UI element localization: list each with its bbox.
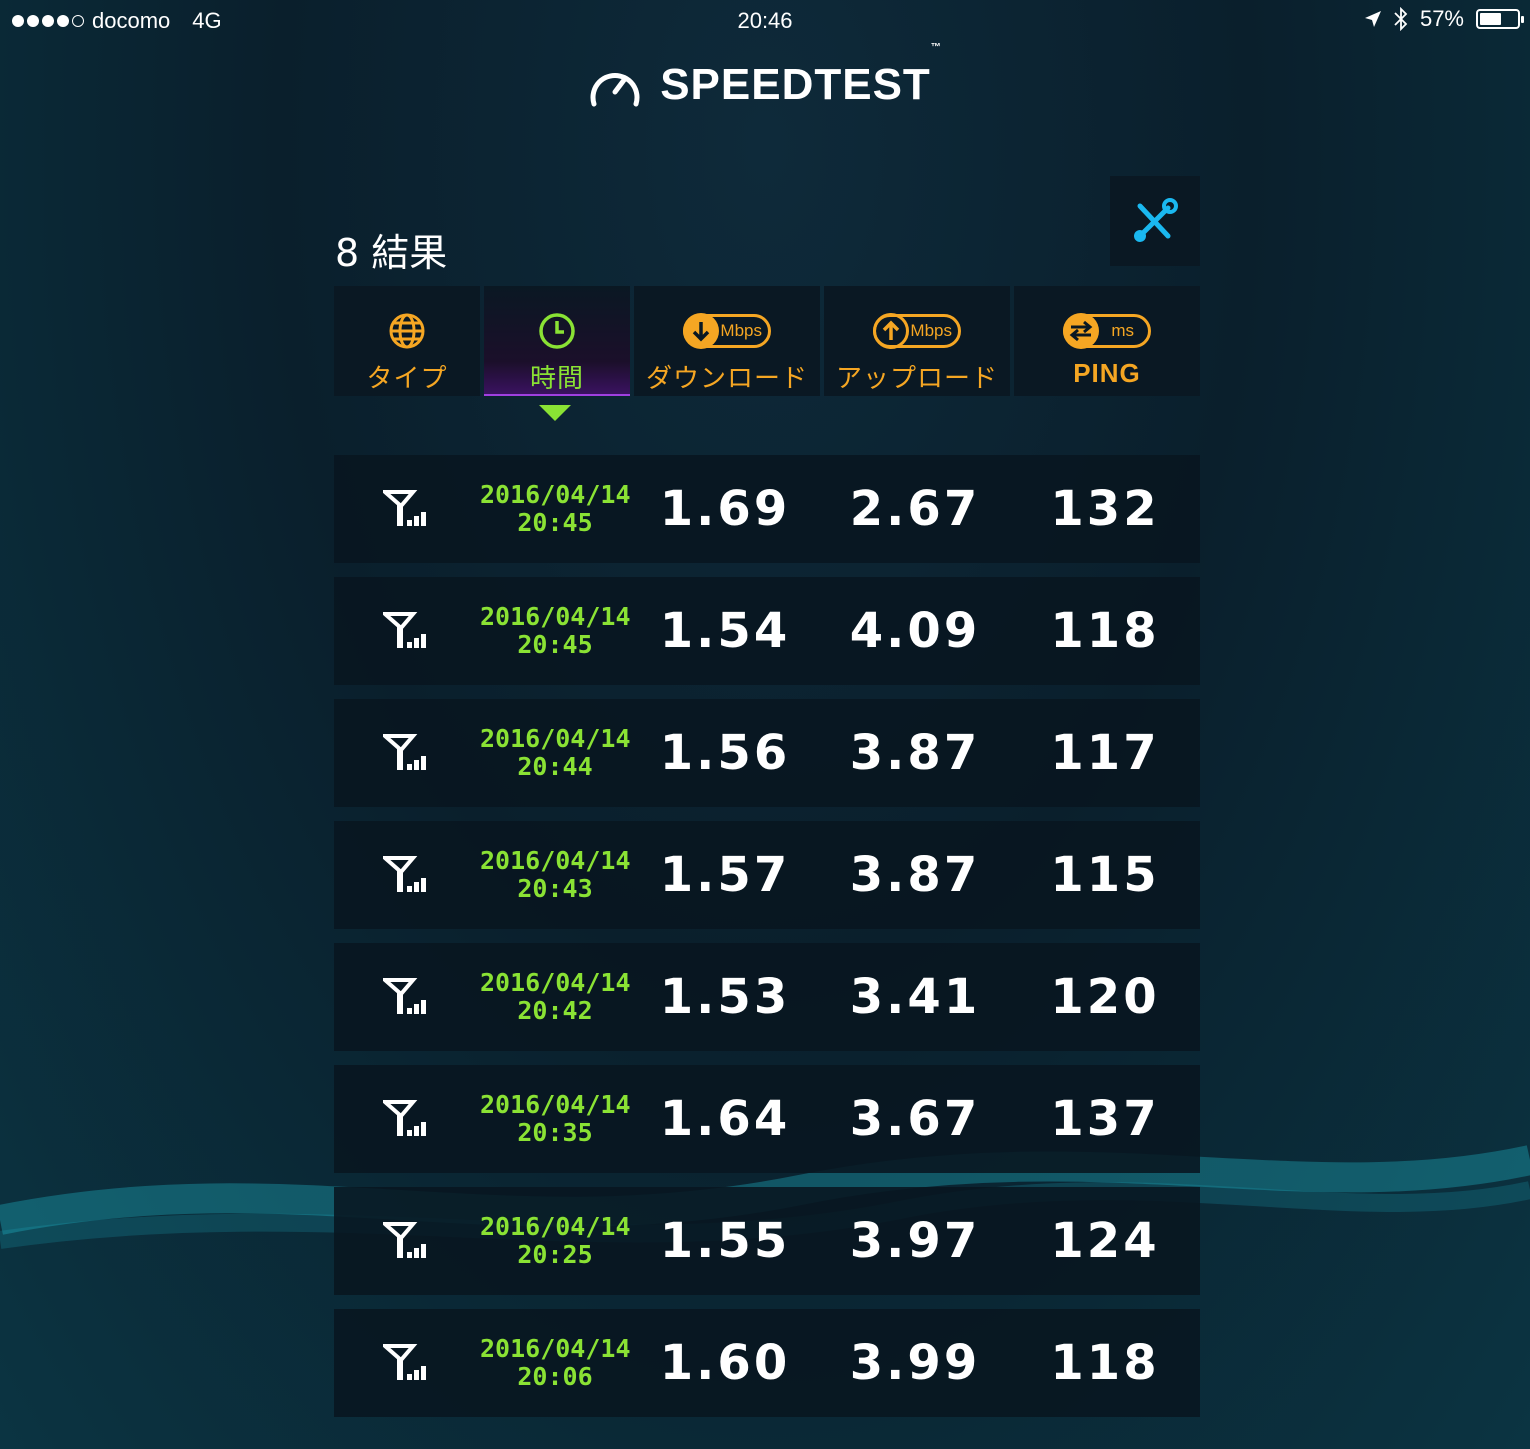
sort-indicator-icon [539,405,571,421]
status-right: 57% [1364,6,1524,32]
header-time-label: 時間 [529,364,584,394]
header-type[interactable]: タイプ [334,286,480,396]
upload-unit: Mbps [910,321,952,340]
download-unit: Mbps [720,321,762,340]
exchange-arrows-icon [1069,320,1093,342]
result-row[interactable]: 2016/04/14 20:25 1.55 3.97 124 [334,1187,1200,1295]
ping-value: 118 [1050,603,1160,659]
download-value: 1.60 [659,1335,791,1391]
result-row[interactable]: 2016/04/14 20:45 1.54 4.09 118 [334,577,1200,685]
battery-percent: 57% [1419,6,1464,31]
header-upload-label: アップロード [835,364,998,394]
ping-value: 117 [1050,725,1160,781]
battery-icon [1476,9,1524,29]
status-time: 20:46 [737,8,793,33]
results-list: 2016/04/14 20:45 1.69 2.67 132 2016/04/14… [334,455,1200,1431]
download-value: 1.54 [659,603,791,659]
ping-value: 124 [1050,1213,1160,1269]
download-value: 1.55 [659,1213,791,1269]
header-upload[interactable]: Mbps アップロード [824,286,1010,396]
cellular-signal-icon [334,978,480,1016]
settings-button[interactable] [1110,176,1200,266]
ping-value: 132 [1050,481,1160,537]
upload-unit-pill: Mbps [873,313,961,349]
upload-value: 3.67 [849,1091,981,1147]
result-timestamp: 2016/04/14 20:44 [480,724,631,781]
cellular-signal-icon [334,856,480,894]
download-value: 1.57 [659,847,791,903]
result-timestamp: 2016/04/14 20:06 [480,1334,631,1391]
upload-value: 3.99 [849,1335,981,1391]
results-header: タイプ 時間 Mbps ダウンロード Mbps アップロード ms PING [334,286,1200,396]
app-logo: SPEEDTEST™ [0,42,1530,110]
cellular-signal-icon [334,490,480,528]
cellular-signal-icon [334,1100,480,1138]
result-row[interactable]: 2016/04/14 20:35 1.64 3.67 137 [334,1065,1200,1173]
header-ping[interactable]: ms PING [1014,286,1200,396]
download-value: 1.56 [659,725,791,781]
cellular-signal-icon [334,612,480,650]
tools-icon [1134,198,1178,242]
app-title: SPEEDTEST™ [660,42,942,109]
upload-arrow-icon [882,320,900,340]
result-row[interactable]: 2016/04/14 20:42 1.53 3.41 120 [334,943,1200,1051]
bluetooth-icon [1394,7,1408,31]
upload-value: 2.67 [849,481,981,537]
result-timestamp: 2016/04/14 20:45 [480,480,631,537]
header-type-label: タイプ [366,364,448,394]
result-row[interactable]: 2016/04/14 20:06 1.60 3.99 118 [334,1309,1200,1417]
location-arrow-icon [1364,11,1381,27]
globe-icon [389,313,425,349]
ping-unit: ms [1111,321,1134,340]
result-timestamp: 2016/04/14 20:43 [480,846,631,903]
download-value: 1.53 [659,969,791,1025]
header-ping-label: PING [1073,358,1141,388]
header-time[interactable]: 時間 [484,286,630,396]
cellular-signal-icon [334,734,480,772]
result-row[interactable]: 2016/04/14 20:45 1.69 2.67 132 [334,455,1200,563]
result-timestamp: 2016/04/14 20:45 [480,602,631,659]
download-unit-pill: Mbps [683,313,771,349]
download-arrow-icon [692,322,710,342]
ping-value: 120 [1050,969,1160,1025]
download-value: 1.64 [659,1091,791,1147]
result-timestamp: 2016/04/14 20:35 [480,1090,631,1147]
cellular-signal-icon [334,1344,480,1382]
ping-value: 118 [1050,1335,1160,1391]
cellular-signal-icon [334,1222,480,1260]
download-value: 1.69 [659,481,791,537]
result-row[interactable]: 2016/04/14 20:43 1.57 3.87 115 [334,821,1200,929]
header-download-label: ダウンロード [645,364,808,394]
ping-value: 115 [1050,847,1160,903]
results-count: 8 結果 [335,231,448,275]
ping-value: 137 [1050,1091,1160,1147]
upload-value: 3.41 [849,969,981,1025]
upload-value: 3.87 [849,847,981,903]
speedometer-icon [590,72,640,107]
upload-value: 3.87 [849,725,981,781]
status-bar: docomo 4G 20:46 57% [0,0,1530,40]
result-row[interactable]: 2016/04/14 20:44 1.56 3.87 117 [334,699,1200,807]
result-timestamp: 2016/04/14 20:25 [480,1212,631,1269]
upload-value: 3.97 [849,1213,981,1269]
clock-icon [539,313,575,349]
result-timestamp: 2016/04/14 20:42 [480,968,631,1025]
header-download[interactable]: Mbps ダウンロード [634,286,820,396]
ping-unit-pill: ms [1063,313,1151,349]
upload-value: 4.09 [849,603,981,659]
